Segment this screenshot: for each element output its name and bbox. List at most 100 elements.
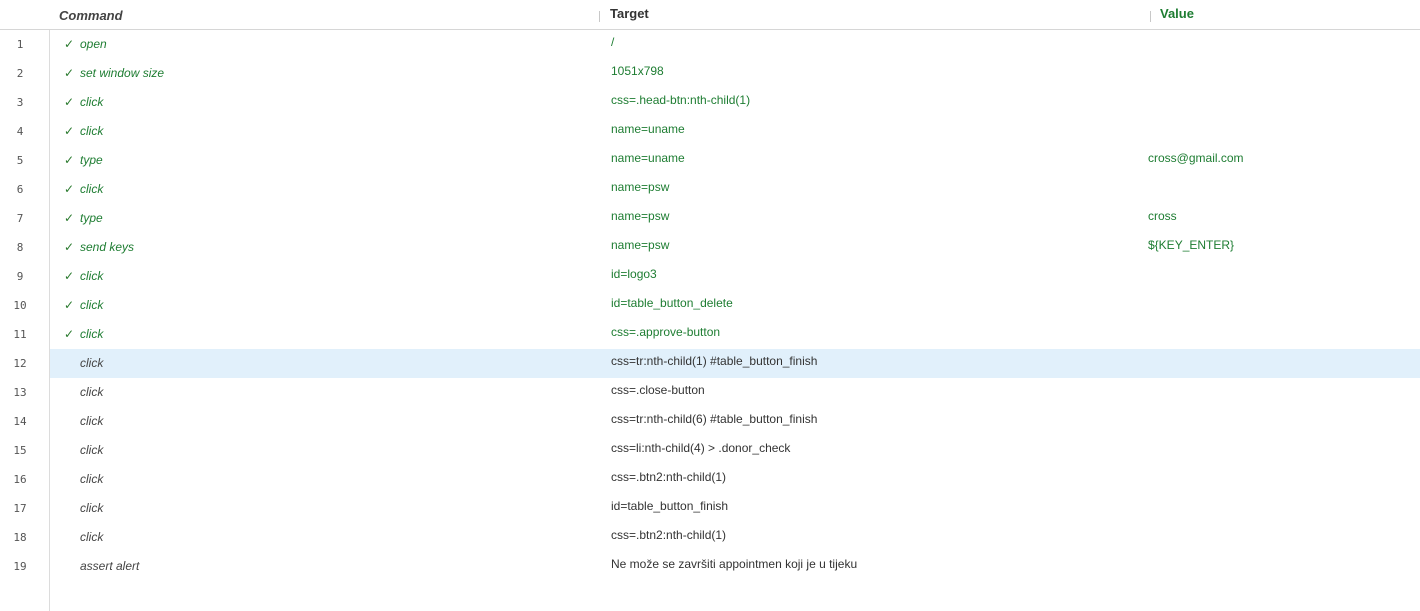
row-target-cell[interactable]: id=logo3 bbox=[611, 260, 657, 289]
row-command-cell[interactable]: click bbox=[64, 407, 103, 436]
row-target-cell[interactable]: id=table_button_delete bbox=[611, 289, 733, 318]
command-row[interactable]: 9 ✓ click id=logo3 bbox=[0, 262, 1420, 291]
row-command-cell[interactable]: ✓ click bbox=[64, 117, 103, 146]
row-target-cell[interactable]: name=psw bbox=[611, 173, 669, 202]
row-value-cell[interactable]: cross@gmail.com bbox=[1148, 144, 1244, 173]
row-command-cell[interactable]: ✓ type bbox=[64, 146, 103, 175]
row-line-number: 15 bbox=[13, 444, 27, 457]
row-command-text: click bbox=[80, 443, 104, 457]
checkmark-icon: ✓ bbox=[64, 153, 75, 167]
row-command-cell[interactable]: click bbox=[64, 349, 103, 378]
row-line-number: 13 bbox=[13, 386, 27, 399]
row-target-cell[interactable]: name=psw bbox=[611, 231, 669, 260]
command-row[interactable]: 16 click css=.btn2:nth-child(1) bbox=[0, 465, 1420, 494]
row-command-cell[interactable]: ✓ set window size bbox=[64, 59, 164, 88]
command-row[interactable]: 7 ✓ type name=psw cross bbox=[0, 204, 1420, 233]
row-value-cell[interactable]: ${KEY_ENTER} bbox=[1148, 231, 1234, 260]
row-line-number: 3 bbox=[16, 96, 24, 109]
row-target-cell[interactable]: 1051x798 bbox=[611, 57, 664, 86]
row-line-number: 18 bbox=[13, 531, 27, 544]
checkmark-icon: ✓ bbox=[64, 124, 75, 138]
row-command-cell[interactable]: ✓ send keys bbox=[64, 233, 134, 262]
row-target-cell[interactable]: id=table_button_finish bbox=[611, 492, 728, 521]
command-row[interactable]: 14 click css=tr:nth-child(6) #table_button… bbox=[0, 407, 1420, 436]
row-target-cell[interactable]: name=uname bbox=[611, 144, 685, 173]
row-target-cell[interactable]: / bbox=[611, 28, 614, 57]
row-line-number: 8 bbox=[16, 241, 24, 254]
row-command-text: click bbox=[80, 530, 104, 544]
checkmark-icon: ✓ bbox=[64, 182, 75, 196]
column-divider[interactable] bbox=[1150, 11, 1151, 22]
row-command-cell[interactable]: click bbox=[64, 494, 103, 523]
row-command-text: set window size bbox=[80, 66, 165, 80]
row-command-text: click bbox=[80, 414, 104, 428]
command-row[interactable]: 6 ✓ click name=psw bbox=[0, 175, 1420, 204]
row-target-cell[interactable]: name=psw bbox=[611, 202, 669, 231]
command-row[interactable]: 10 ✓ click id=table_button_delete bbox=[0, 291, 1420, 320]
row-command-cell[interactable]: click bbox=[64, 378, 103, 407]
row-command-cell[interactable]: ✓ click bbox=[64, 175, 103, 204]
row-target-cell[interactable]: name=uname bbox=[611, 115, 685, 144]
row-command-text: click bbox=[80, 95, 104, 109]
row-command-cell[interactable]: ✓ click bbox=[64, 88, 103, 117]
command-row[interactable]: 18 click css=.btn2:nth-child(1) bbox=[0, 523, 1420, 552]
row-target-cell[interactable]: css=.head-btn:nth-child(1) bbox=[611, 86, 750, 115]
command-row[interactable]: 17 click id=table_button_finish bbox=[0, 494, 1420, 523]
row-command-text: click bbox=[80, 182, 104, 196]
command-row[interactable]: 12 click css=tr:nth-child(1) #table_button… bbox=[0, 349, 1420, 378]
command-row[interactable]: 5 ✓ type name=uname cross@gmail.com bbox=[0, 146, 1420, 175]
row-command-cell[interactable]: ✓ open bbox=[64, 30, 107, 59]
row-line-number: 17 bbox=[13, 502, 27, 515]
row-command-text: click bbox=[80, 385, 104, 399]
command-row[interactable]: 3 ✓ click css=.head-btn:nth-child(1) bbox=[0, 88, 1420, 117]
command-row[interactable]: 2 ✓ set window size 1051x798 bbox=[0, 59, 1420, 88]
value-column-header[interactable]: Value bbox=[1160, 0, 1194, 28]
row-command-cell[interactable]: ✓ click bbox=[64, 262, 103, 291]
command-row[interactable]: 8 ✓ send keys name=psw ${KEY_ENTER} bbox=[0, 233, 1420, 262]
row-line-number: 11 bbox=[13, 328, 27, 341]
row-target-cell[interactable]: css=tr:nth-child(1) #table_button_finish bbox=[611, 347, 817, 376]
row-target-cell[interactable]: css=.btn2:nth-child(1) bbox=[611, 521, 726, 550]
column-divider[interactable] bbox=[599, 11, 600, 22]
row-command-cell[interactable]: ✓ type bbox=[64, 204, 103, 233]
checkmark-icon: ✓ bbox=[64, 240, 75, 254]
command-row[interactable]: 15 click css=li:nth-child(4) > .donor_chec… bbox=[0, 436, 1420, 465]
row-value-cell[interactable]: cross bbox=[1148, 202, 1177, 231]
row-command-text: click bbox=[80, 269, 104, 283]
row-target-cell[interactable]: css=li:nth-child(4) > .donor_check bbox=[611, 434, 790, 463]
command-row[interactable]: 1 ✓ open / bbox=[0, 30, 1420, 59]
command-row[interactable]: 11 ✓ click css=.approve-button bbox=[0, 320, 1420, 349]
command-row[interactable]: 19 assert alert Ne može se završiti appoin… bbox=[0, 552, 1420, 581]
checkmark-icon: ✓ bbox=[64, 95, 75, 109]
row-line-number: 7 bbox=[16, 212, 24, 225]
row-command-cell[interactable]: assert alert bbox=[64, 552, 139, 581]
command-row[interactable]: 13 click css=.close-button bbox=[0, 378, 1420, 407]
target-column-header[interactable]: Target bbox=[610, 0, 649, 28]
row-target-cell[interactable]: css=.close-button bbox=[611, 376, 705, 405]
row-command-cell[interactable]: click bbox=[64, 436, 103, 465]
command-row[interactable]: 4 ✓ click name=uname bbox=[0, 117, 1420, 146]
row-command-cell[interactable]: click bbox=[64, 465, 103, 494]
row-command-text: click bbox=[80, 356, 104, 370]
row-line-number: 2 bbox=[16, 67, 24, 80]
row-target-cell[interactable]: css=.btn2:nth-child(1) bbox=[611, 463, 726, 492]
command-column-header[interactable]: Command bbox=[59, 0, 123, 30]
row-line-number: 9 bbox=[16, 270, 24, 283]
row-command-text: click bbox=[80, 298, 104, 312]
row-command-cell[interactable]: click bbox=[64, 523, 103, 552]
row-command-text: open bbox=[80, 37, 107, 51]
row-command-cell[interactable]: ✓ click bbox=[64, 291, 103, 320]
row-line-number: 5 bbox=[16, 154, 24, 167]
row-command-text: click bbox=[80, 327, 104, 341]
row-line-number: 12 bbox=[13, 357, 27, 370]
row-target-cell[interactable]: Ne može se završiti appointmen koji je u… bbox=[611, 550, 857, 579]
row-target-cell[interactable]: css=.approve-button bbox=[611, 318, 720, 347]
row-command-text: click bbox=[80, 472, 104, 486]
checkmark-icon: ✓ bbox=[64, 269, 75, 283]
row-line-number: 19 bbox=[13, 560, 27, 573]
checkmark-icon: ✓ bbox=[64, 298, 75, 312]
row-command-cell[interactable]: ✓ click bbox=[64, 320, 103, 349]
command-rows: 1 ✓ open / 2 ✓ set window size 1051x798 3 ✓ click c… bbox=[0, 30, 1420, 581]
row-target-cell[interactable]: css=tr:nth-child(6) #table_button_finish bbox=[611, 405, 817, 434]
checkmark-icon: ✓ bbox=[64, 327, 75, 341]
